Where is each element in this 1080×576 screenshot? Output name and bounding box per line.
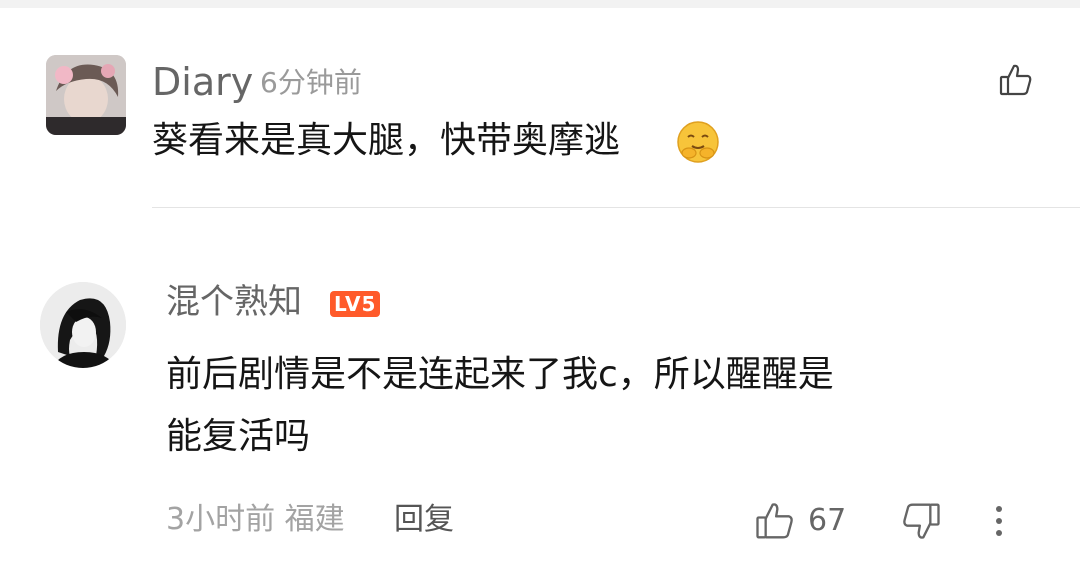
dislike-icon[interactable] <box>900 500 942 542</box>
like-count: 67 <box>808 503 847 538</box>
comment-divider <box>152 207 1080 208</box>
comment-meta: 3小时前 福建 <box>166 502 345 537</box>
avatar[interactable] <box>40 282 126 368</box>
username[interactable]: Diary <box>152 58 253 106</box>
more-options-icon[interactable] <box>986 500 1012 542</box>
hugging-face-emoji <box>676 120 720 164</box>
like-icon[interactable] <box>754 500 796 542</box>
avatar[interactable] <box>46 55 126 135</box>
username[interactable]: 混个熟知 <box>166 279 302 325</box>
top-separator-bar <box>0 0 1080 8</box>
level-badge: LV5 <box>330 291 381 317</box>
comment-timestamp: 6分钟前 <box>260 66 362 99</box>
comment-text: 葵看来是真大腿，快带奥摩逃 <box>152 120 621 161</box>
comment-text-line-1: 前后剧情是不是连起来了我c，所以醒醒是 <box>166 354 834 395</box>
reply-button[interactable]: 回复 <box>394 500 454 540</box>
comment-text-line-2: 能复活吗 <box>166 416 311 457</box>
like-icon[interactable] <box>998 62 1034 98</box>
